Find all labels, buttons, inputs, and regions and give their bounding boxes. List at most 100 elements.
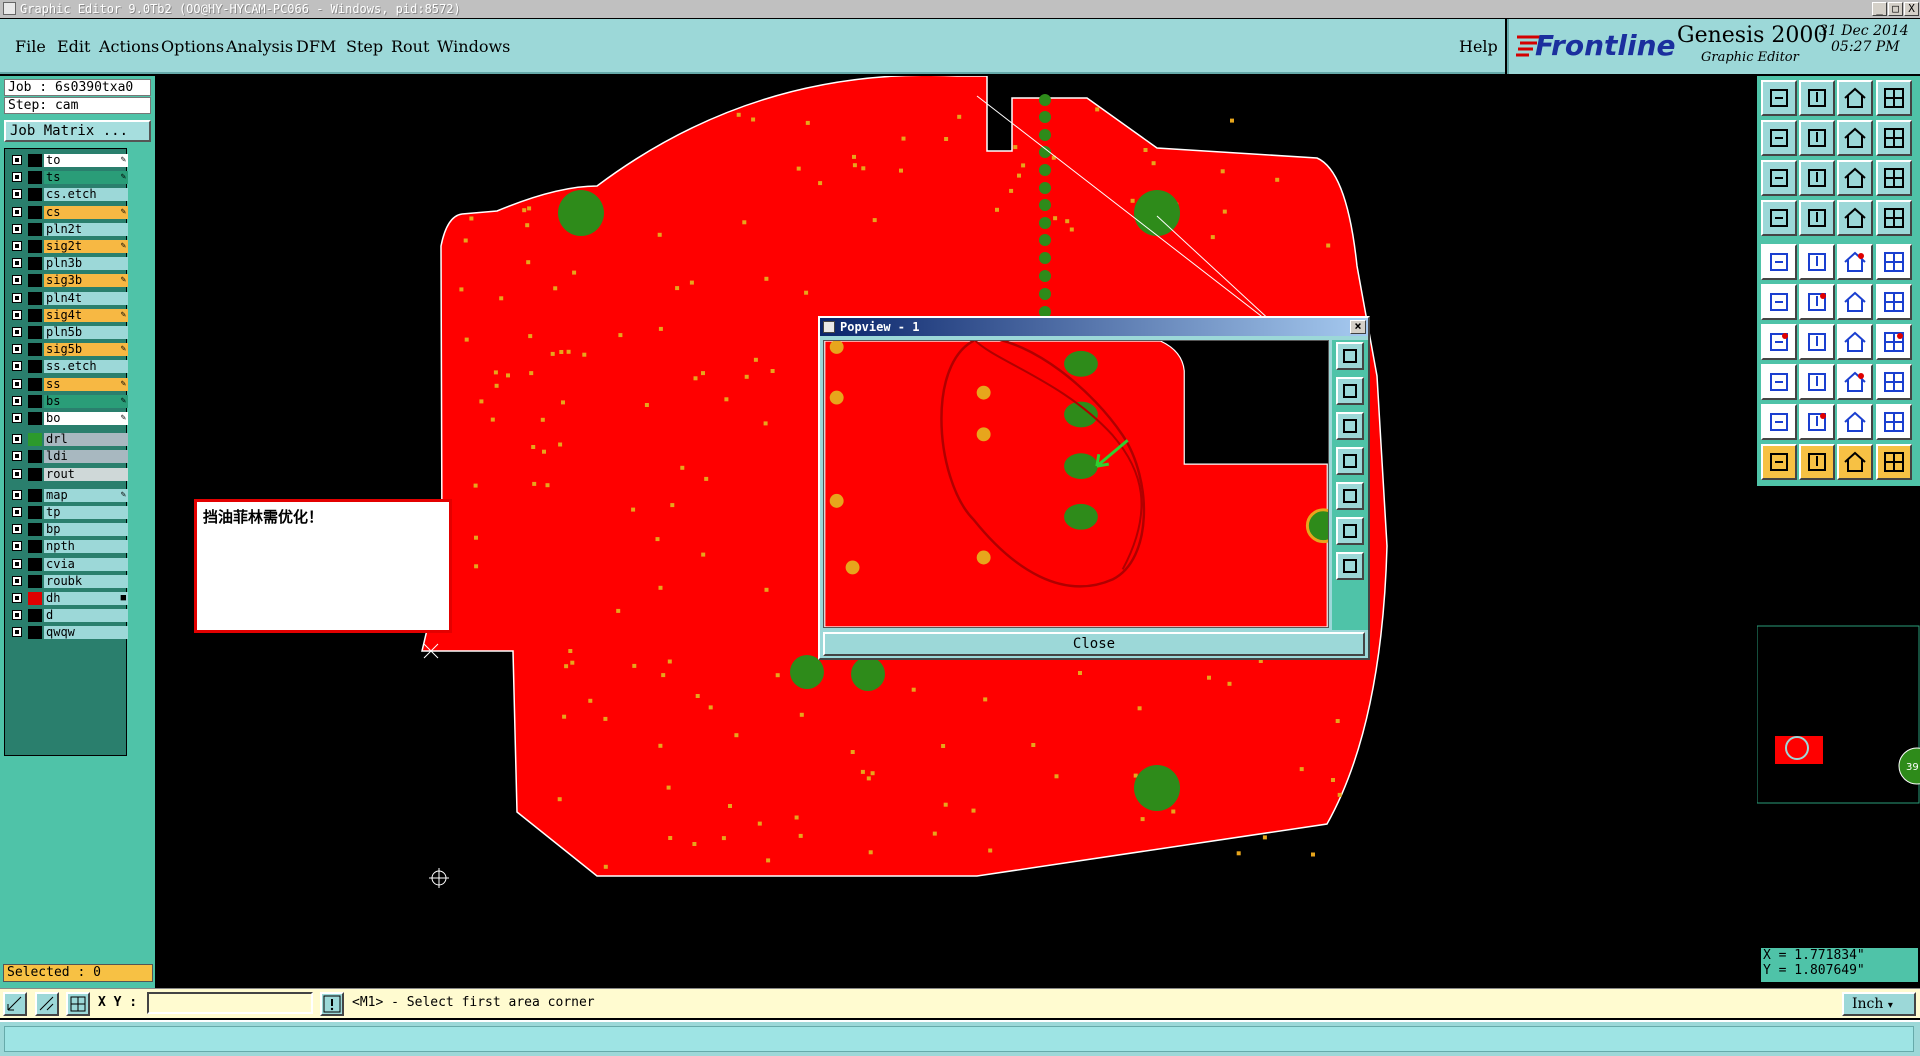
- delete-node-button[interactable]: [1799, 284, 1835, 320]
- layer-row-pln3b[interactable]: pln3b: [8, 256, 128, 271]
- layer-name[interactable]: rout: [44, 467, 128, 481]
- layer-checkbox[interactable]: [12, 627, 22, 638]
- layer-checkbox[interactable]: [12, 189, 22, 200]
- layer-name[interactable]: drl: [44, 433, 128, 447]
- fit-profile-button[interactable]: [1799, 160, 1835, 196]
- distance-button[interactable]: [1837, 364, 1873, 400]
- layer-color-swatch[interactable]: [28, 574, 42, 588]
- menu-analysis[interactable]: Analysis: [226, 37, 293, 56]
- layer-name[interactable]: tp: [44, 506, 128, 519]
- layer-name[interactable]: sig4t ✎: [44, 308, 128, 322]
- align-button[interactable]: [1876, 324, 1912, 360]
- connect-button[interactable]: [1761, 284, 1797, 320]
- layer-name[interactable]: dh ■: [44, 592, 128, 605]
- pop-zoom-out-button[interactable]: [1336, 412, 1364, 440]
- pop-center-button[interactable]: [1336, 552, 1364, 580]
- group-button[interactable]: [1876, 364, 1912, 400]
- layer-row-d[interactable]: d: [8, 608, 128, 623]
- layer-color-swatch[interactable]: [28, 360, 42, 374]
- layer-row-cvia[interactable]: cvia: [8, 557, 128, 571]
- select-add-button[interactable]: [1837, 444, 1873, 480]
- layer-row-ss-etch[interactable]: ss.etch: [8, 359, 128, 374]
- layer-color-swatch[interactable]: [28, 257, 42, 271]
- layer-name[interactable]: ss.etch: [44, 360, 128, 374]
- resize-button[interactable]: [1876, 284, 1912, 320]
- layer-color-swatch[interactable]: [28, 326, 42, 339]
- layer-color-swatch[interactable]: [28, 394, 42, 408]
- layer-name[interactable]: pln3b: [44, 257, 128, 271]
- select-arrow-button[interactable]: [1761, 444, 1797, 480]
- layer-color-swatch[interactable]: [28, 274, 42, 288]
- layer-checkbox[interactable]: [12, 344, 22, 355]
- line-button[interactable]: [1761, 324, 1797, 360]
- layer-color-swatch[interactable]: [28, 171, 42, 185]
- menu-file[interactable]: File: [15, 37, 46, 56]
- layer-row-bo[interactable]: bo ✎: [8, 411, 128, 425]
- layer-name[interactable]: bp: [44, 523, 128, 537]
- select-box-button[interactable]: [1799, 444, 1835, 480]
- layer-checkbox[interactable]: [12, 172, 22, 183]
- popview-canvas[interactable]: [823, 340, 1329, 628]
- popview-close-button[interactable]: Close: [823, 632, 1365, 656]
- arc-up-button[interactable]: [1837, 404, 1873, 440]
- pop-fit-button[interactable]: [1336, 517, 1364, 545]
- undo-view-button[interactable]: [1837, 120, 1873, 156]
- layer-checkbox[interactable]: [12, 451, 22, 462]
- layer-checkbox[interactable]: [12, 541, 22, 552]
- layer-name[interactable]: npth: [44, 540, 128, 554]
- layer-color-swatch[interactable]: [28, 467, 42, 481]
- layer-checkbox[interactable]: [12, 155, 22, 165]
- layer-row-pln4t[interactable]: pln4t: [8, 291, 128, 305]
- layer-row-to[interactable]: to ✎: [8, 153, 128, 167]
- close-window-button[interactable]: X: [1904, 2, 1919, 16]
- home-button[interactable]: [1837, 80, 1873, 116]
- menu-dfm[interactable]: DFM: [296, 37, 336, 56]
- layer-checkbox[interactable]: [12, 593, 22, 603]
- layer-row-pln2t[interactable]: pln2t: [8, 222, 128, 236]
- layer-color-swatch[interactable]: [28, 308, 42, 322]
- layer-name[interactable]: sig5b ✎: [44, 343, 128, 357]
- layer-checkbox[interactable]: [12, 434, 22, 445]
- layout-button[interactable]: [1876, 80, 1912, 116]
- layer-name[interactable]: cvia: [44, 557, 128, 571]
- add-pad-button[interactable]: [1761, 244, 1797, 280]
- zoom-right-button[interactable]: [1799, 120, 1835, 156]
- popview-close-icon[interactable]: ×: [1350, 320, 1366, 334]
- move-node-button[interactable]: [1837, 284, 1873, 320]
- pop-zoom-home-button[interactable]: [1336, 377, 1364, 405]
- copy-pad-button[interactable]: [1761, 364, 1797, 400]
- layer-color-swatch[interactable]: [28, 377, 42, 391]
- unit-selector[interactable]: Inch ▾: [1842, 992, 1916, 1016]
- layer-name[interactable]: pln2t: [44, 222, 128, 236]
- layer-row-ldi[interactable]: ldi: [8, 449, 128, 464]
- pop-zoom-in-button[interactable]: [1336, 342, 1364, 370]
- layer-color-swatch[interactable]: [28, 523, 42, 537]
- layer-checkbox[interactable]: [12, 468, 22, 479]
- layer-row-ts[interactable]: ts ✎: [8, 170, 128, 185]
- layer-row-drl[interactable]: drl: [8, 432, 128, 447]
- layer-name[interactable]: roubk: [44, 574, 128, 588]
- layer-row-sig2t[interactable]: sig2t ✎: [8, 239, 128, 253]
- measure-button[interactable]: [1761, 200, 1797, 236]
- layer-name[interactable]: sig3b ✎: [44, 274, 128, 288]
- fit-screen-button[interactable]: [1761, 160, 1797, 196]
- menu-step[interactable]: Step: [346, 37, 383, 56]
- layer-color-swatch[interactable]: [28, 343, 42, 357]
- layer-checkbox[interactable]: [12, 275, 22, 286]
- layer-name[interactable]: ldi: [44, 450, 128, 464]
- layer-color-swatch[interactable]: [28, 557, 42, 571]
- layer-color-swatch[interactable]: [28, 609, 42, 623]
- rotate-button[interactable]: [1837, 324, 1873, 360]
- layer-name[interactable]: cs ✎: [44, 205, 128, 219]
- layer-row-npth[interactable]: npth: [8, 539, 128, 554]
- menu-actions[interactable]: Actions: [99, 37, 159, 56]
- layer-row-sig3b[interactable]: sig3b ✎: [8, 273, 128, 288]
- minus-button[interactable]: [1799, 364, 1835, 400]
- layer-color-swatch[interactable]: [28, 488, 42, 502]
- layer-checkbox[interactable]: [12, 361, 22, 372]
- layer-checkbox[interactable]: [12, 489, 22, 500]
- layer-checkbox[interactable]: [12, 507, 22, 517]
- layer-checkbox[interactable]: [12, 413, 22, 423]
- layer-checkbox[interactable]: [12, 327, 22, 337]
- layer-row-cs[interactable]: cs ✎: [8, 205, 128, 219]
